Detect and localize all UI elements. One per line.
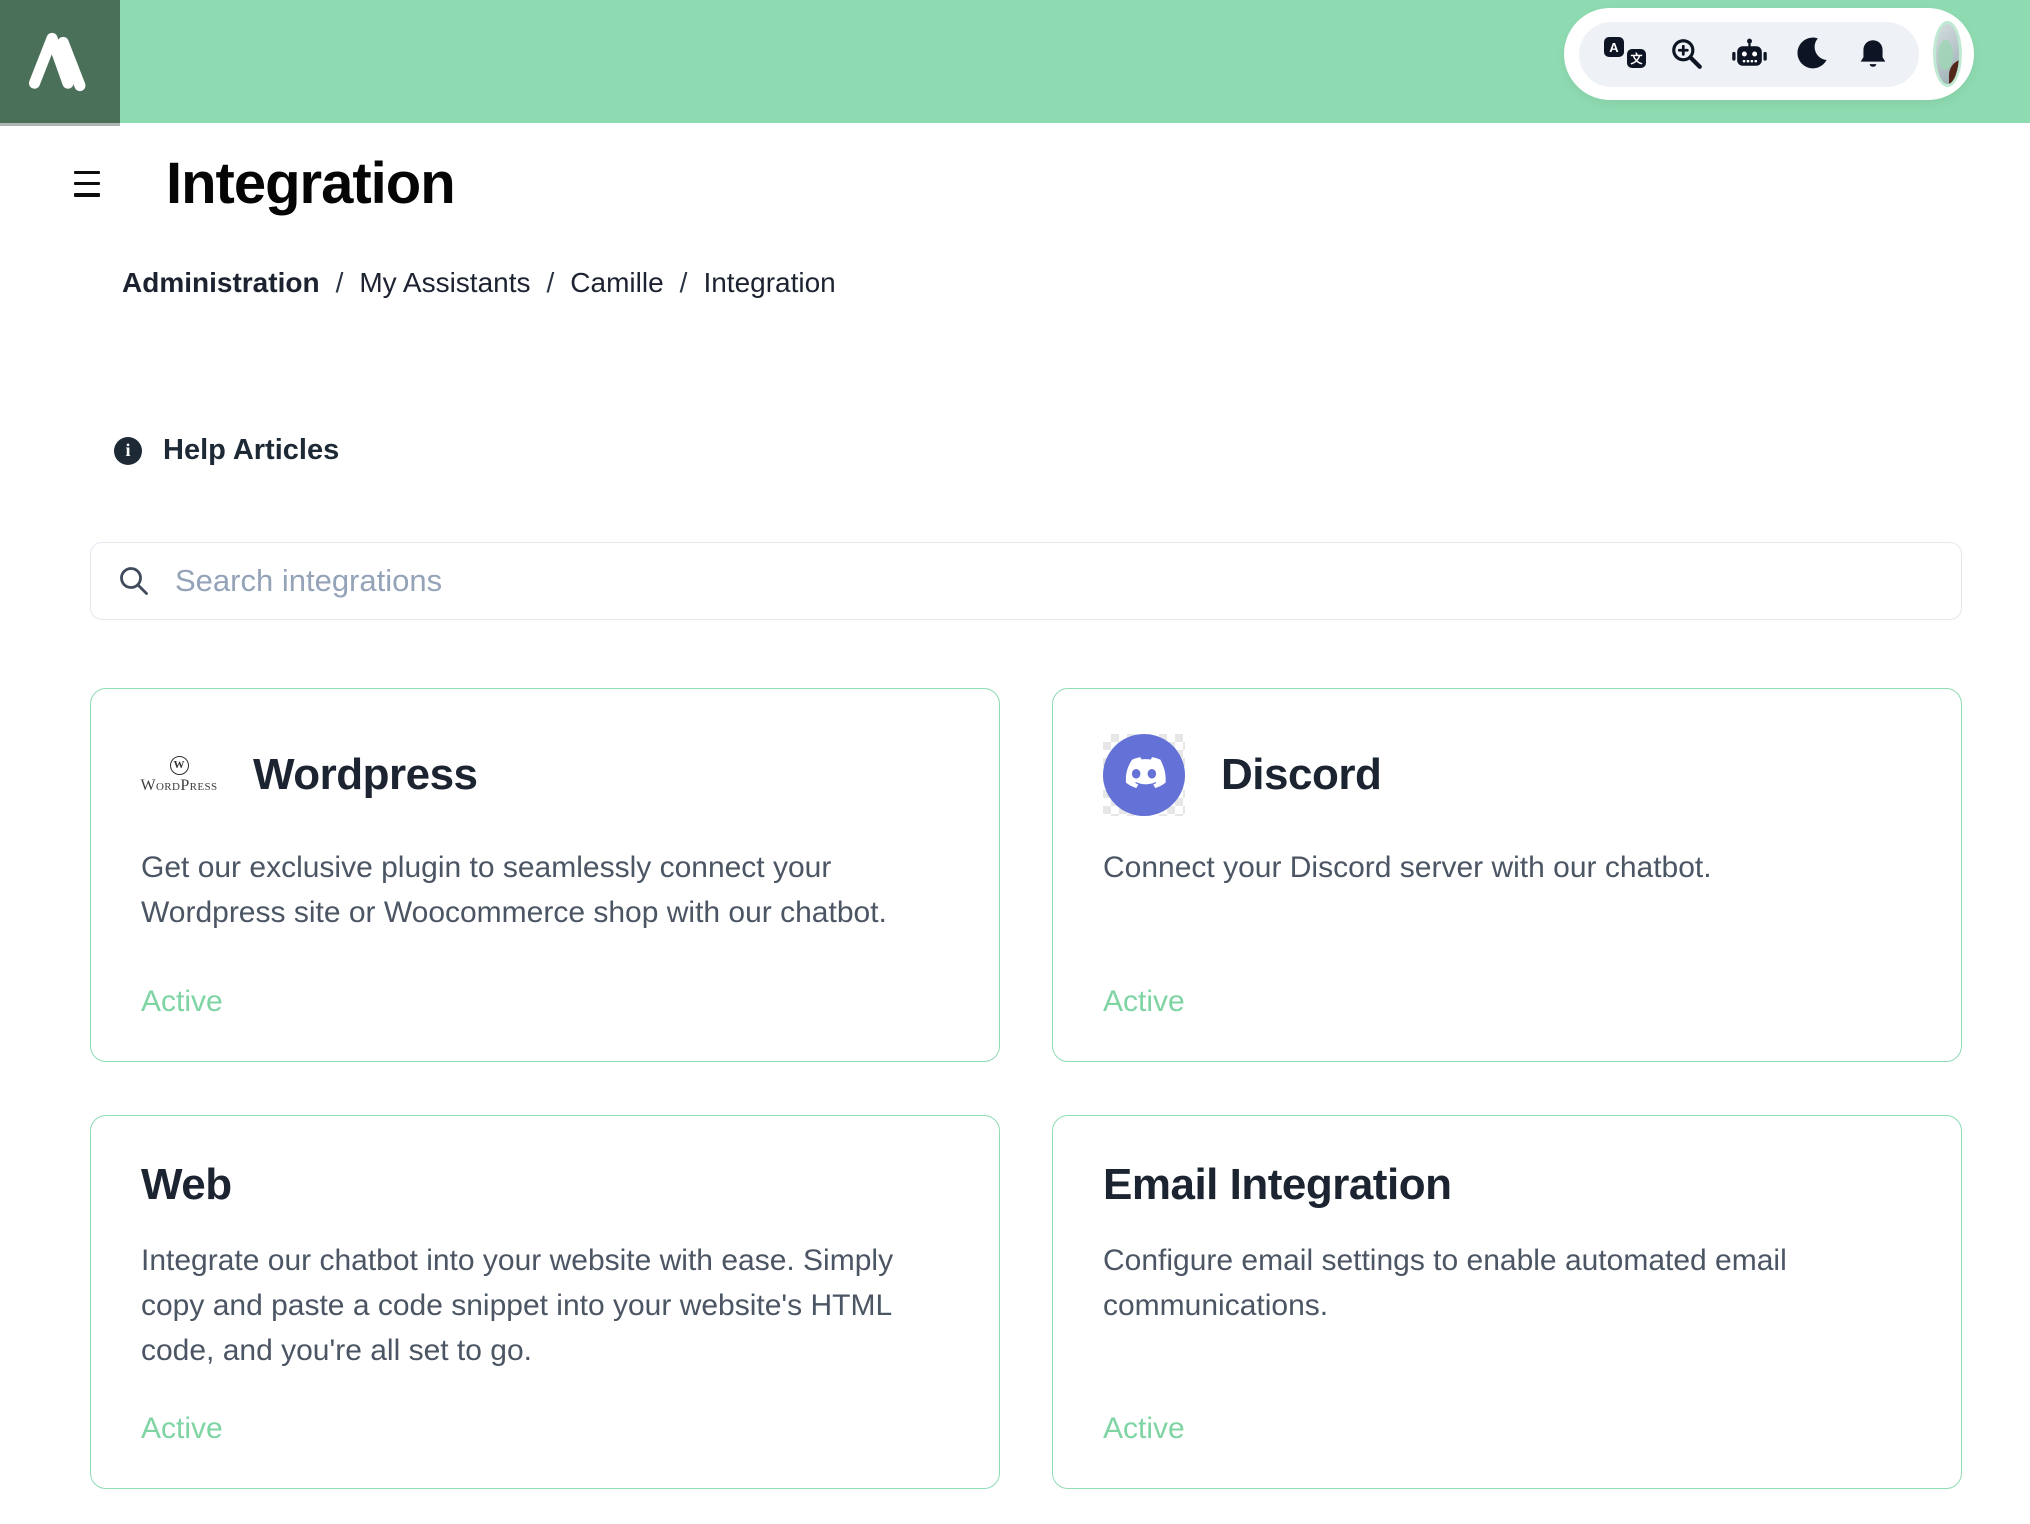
integration-card-email[interactable]: Email Integration Configure email settin… — [1052, 1115, 1962, 1489]
card-title: Wordpress — [253, 750, 478, 799]
breadcrumb-item-integration: Integration — [703, 267, 836, 298]
moon-icon — [1797, 37, 1827, 69]
card-head: W WordPress Wordpress — [140, 733, 949, 817]
breadcrumb-separator: / — [679, 267, 688, 298]
user-avatar[interactable] — [1933, 21, 1962, 87]
card-description: Integrate our chatbot into your website … — [141, 1244, 894, 1367]
card-description: Get our exclusive plugin to seamlessly c… — [141, 851, 887, 929]
status-badge: Active — [1103, 985, 1185, 1018]
breadcrumb-item-my-assistants[interactable]: My Assistants — [359, 267, 530, 299]
dark-mode-button[interactable] — [1785, 28, 1837, 80]
top-header: A 文 — [0, 0, 2030, 123]
toolbar-pill: A 文 — [1564, 8, 1974, 100]
translate-button[interactable]: A 文 — [1599, 28, 1651, 80]
translate-icon: A 文 — [1604, 37, 1646, 71]
breadcrumb-separator: / — [546, 267, 555, 298]
bell-icon — [1860, 40, 1886, 67]
card-head: Email Integration — [1103, 1160, 1911, 1210]
integration-cards-grid: W WordPress Wordpress Get our exclusive … — [90, 688, 1962, 1489]
translate-glyph-a: A — [1604, 37, 1624, 57]
robot-icon — [1731, 38, 1767, 66]
notifications-button[interactable] — [1847, 28, 1899, 80]
wordpress-w-icon: W — [169, 755, 189, 775]
status-badge: Active — [141, 1412, 223, 1445]
zoom-in-icon — [1672, 39, 1702, 69]
card-description: Configure email settings to enable autom… — [1103, 1244, 1787, 1322]
translate-glyph-b: 文 — [1627, 49, 1646, 68]
icons-tray: A 文 — [1579, 21, 1919, 87]
card-title: Email Integration — [1103, 1160, 1452, 1209]
discord-icon — [1103, 734, 1185, 816]
wordpress-wordmark: WordPress — [140, 776, 218, 794]
card-description: Connect your Discord server with our cha… — [1103, 851, 1712, 884]
discord-logo — [1103, 734, 1185, 816]
title-row: Integration — [74, 150, 1962, 217]
breadcrumb-item-camille[interactable]: Camille — [570, 267, 663, 299]
help-articles-label: Help Articles — [163, 434, 340, 466]
search-input[interactable] — [175, 563, 1935, 599]
brand-a-mark-icon — [28, 32, 86, 91]
card-head: Web — [141, 1160, 949, 1210]
help-articles-link[interactable]: i Help Articles — [114, 434, 339, 467]
main-content: Integration Administration / My Assistan… — [0, 150, 2030, 1489]
integration-card-wordpress[interactable]: W WordPress Wordpress Get our exclusive … — [90, 688, 1000, 1062]
page-title: Integration — [166, 151, 456, 216]
hamburger-menu-icon[interactable] — [74, 170, 104, 197]
card-head: Discord — [1103, 733, 1911, 817]
status-badge: Active — [141, 985, 223, 1018]
search-icon — [120, 567, 148, 595]
brand-logo[interactable] — [0, 0, 120, 123]
integration-card-web[interactable]: Web Integrate our chatbot into your webs… — [90, 1115, 1000, 1489]
wordpress-logo: W WordPress — [140, 755, 218, 795]
robot-button[interactable] — [1723, 28, 1775, 80]
card-title: Web — [141, 1160, 232, 1209]
screen: A 文 Integration Administration / My Assi… — [0, 0, 2030, 1524]
info-icon: i — [114, 436, 142, 465]
breadcrumb-separator: / — [335, 267, 344, 298]
status-badge: Active — [1103, 1412, 1185, 1445]
breadcrumb: Administration / My Assistants / Camille… — [122, 267, 1962, 299]
search-box — [90, 542, 1962, 620]
integration-card-discord[interactable]: Discord Connect your Discord server with… — [1052, 688, 1962, 1062]
breadcrumb-item-administration[interactable]: Administration — [122, 267, 320, 299]
zoom-in-button[interactable] — [1661, 28, 1713, 80]
card-title: Discord — [1221, 750, 1382, 799]
